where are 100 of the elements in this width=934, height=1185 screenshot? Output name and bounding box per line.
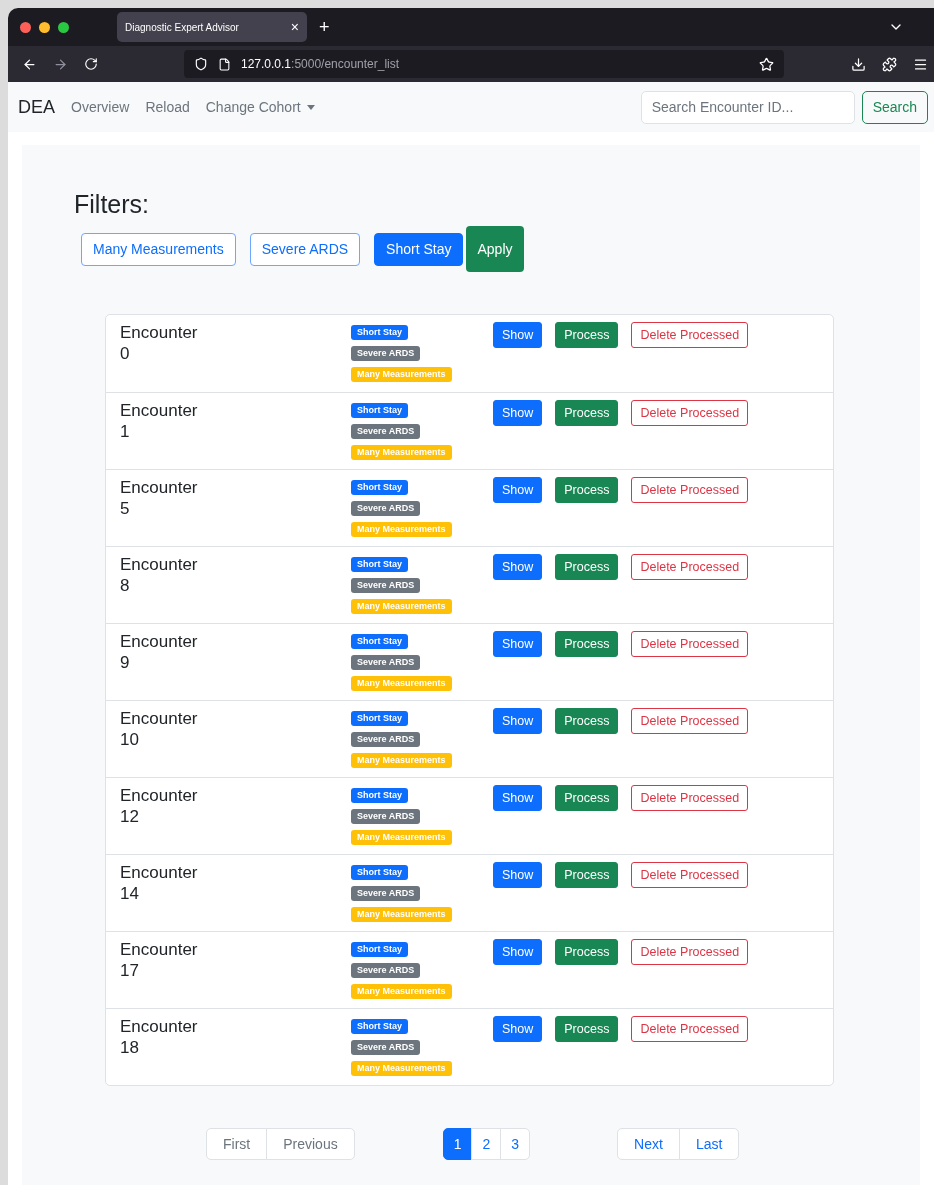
- apply-button[interactable]: Apply: [466, 226, 524, 272]
- encounter-label: Encounter: [120, 554, 199, 575]
- tag-badge: Many Measurements: [351, 830, 452, 845]
- page-icon: [218, 57, 231, 71]
- brand-link[interactable]: DEA: [18, 93, 55, 121]
- tag-badge: Severe ARDS: [351, 1040, 421, 1055]
- tag-badge: Many Measurements: [351, 599, 452, 614]
- filter-toggle[interactable]: Many Measurements: [81, 232, 236, 266]
- browser-tab[interactable]: Diagnostic Expert Advisor ×: [117, 12, 307, 42]
- tag-badge: Many Measurements: [351, 522, 452, 537]
- show-button[interactable]: Show: [493, 1016, 543, 1042]
- process-button[interactable]: Process: [555, 400, 619, 426]
- menu-icon[interactable]: [913, 56, 928, 72]
- encounter-label: Encounter: [120, 862, 199, 883]
- encounter-id: 8: [120, 575, 131, 596]
- encounter-label: Encounter: [120, 631, 199, 652]
- page-button[interactable]: 3: [500, 1128, 531, 1160]
- maximize-window-icon[interactable]: [58, 21, 69, 33]
- tag-badge: Severe ARDS: [351, 963, 421, 978]
- process-button[interactable]: Process: [555, 322, 619, 348]
- show-button[interactable]: Show: [493, 708, 543, 734]
- tag-badge: Severe ARDS: [351, 886, 421, 901]
- encounter-label: Encounter: [120, 477, 199, 498]
- close-window-icon[interactable]: [20, 21, 31, 33]
- new-tab-button[interactable]: +: [319, 13, 330, 41]
- tab-close-button[interactable]: ×: [290, 16, 299, 38]
- show-button[interactable]: Show: [493, 554, 543, 580]
- delete-button[interactable]: Delete Processed: [631, 862, 749, 888]
- url-text: 127.0.0.1:5000/encounter_list: [241, 56, 400, 73]
- process-button[interactable]: Process: [555, 862, 619, 888]
- process-button[interactable]: Process: [555, 785, 619, 811]
- forward-icon[interactable]: [53, 56, 68, 72]
- bookmark-star-icon[interactable]: [759, 56, 774, 72]
- show-button[interactable]: Show: [493, 400, 543, 426]
- shield-icon: [194, 57, 208, 71]
- tag-badge: Many Measurements: [351, 367, 452, 382]
- delete-button[interactable]: Delete Processed: [631, 631, 749, 657]
- process-button[interactable]: Process: [555, 1016, 619, 1042]
- delete-button[interactable]: Delete Processed: [631, 322, 749, 348]
- tag-badge: Many Measurements: [351, 445, 452, 460]
- search-button[interactable]: Search: [861, 90, 928, 124]
- delete-button[interactable]: Delete Processed: [631, 554, 749, 580]
- caret-icon: [306, 104, 315, 110]
- dropdown-toggle[interactable]: Change Cohort: [205, 96, 315, 118]
- filter-toggle[interactable]: Severe ARDS: [249, 232, 361, 266]
- tag-badge: Short Stay: [351, 1019, 408, 1034]
- tag-badge: Short Stay: [351, 403, 408, 418]
- page-button[interactable]: 1: [442, 1128, 473, 1160]
- tag-badge: Short Stay: [351, 711, 408, 726]
- tag-badge: Severe ARDS: [351, 655, 421, 670]
- tag-badge: Severe ARDS: [351, 346, 421, 361]
- back-icon[interactable]: [22, 56, 37, 72]
- delete-button[interactable]: Delete Processed: [631, 785, 749, 811]
- encounter-id: 17: [120, 960, 140, 981]
- filters-heading: Filters:: [74, 189, 150, 219]
- encounter-id: 9: [120, 652, 131, 673]
- nav-link[interactable]: Reload: [145, 96, 190, 118]
- process-button[interactable]: Process: [555, 939, 619, 965]
- minimize-window-icon[interactable]: [39, 21, 50, 33]
- tag-badge: Many Measurements: [351, 676, 452, 691]
- pagination-button[interactable]: Last: [678, 1128, 740, 1160]
- process-button[interactable]: Process: [555, 554, 619, 580]
- encounter-id: 1: [120, 421, 131, 442]
- reload-icon[interactable]: [84, 57, 98, 71]
- delete-button[interactable]: Delete Processed: [631, 708, 749, 734]
- show-button[interactable]: Show: [493, 322, 543, 348]
- tag-badge: Short Stay: [351, 865, 408, 880]
- encounter-label: Encounter: [120, 785, 199, 806]
- show-button[interactable]: Show: [493, 939, 543, 965]
- encounter-label: Encounter: [120, 322, 199, 343]
- address-bar[interactable]: 127.0.0.1:5000/encounter_list: [184, 50, 784, 78]
- show-button[interactable]: Show: [493, 631, 543, 657]
- page-button[interactable]: 2: [471, 1128, 502, 1160]
- tag-badge: Severe ARDS: [351, 424, 421, 439]
- process-button[interactable]: Process: [555, 477, 619, 503]
- tag-badge: Severe ARDS: [351, 501, 421, 516]
- extensions-icon[interactable]: [882, 56, 897, 72]
- tag-badge: Many Measurements: [351, 753, 452, 768]
- encounter-id: 12: [120, 806, 140, 827]
- delete-button[interactable]: Delete Processed: [631, 939, 749, 965]
- delete-button[interactable]: Delete Processed: [631, 400, 749, 426]
- filter-toggle[interactable]: Short Stay: [374, 232, 464, 266]
- show-button[interactable]: Show: [493, 785, 543, 811]
- download-icon[interactable]: [851, 56, 866, 72]
- tag-badge: Many Measurements: [351, 984, 452, 999]
- show-button[interactable]: Show: [493, 862, 543, 888]
- delete-button[interactable]: Delete Processed: [631, 1016, 749, 1042]
- process-button[interactable]: Process: [555, 708, 619, 734]
- tab-title: Diagnostic Expert Advisor: [125, 20, 239, 35]
- tag-badge: Short Stay: [351, 325, 408, 340]
- nav-link[interactable]: Overview: [71, 96, 130, 118]
- show-button[interactable]: Show: [493, 477, 543, 503]
- process-button[interactable]: Process: [555, 631, 619, 657]
- search-field[interactable]: Search Encounter ID...: [640, 90, 855, 124]
- pagination-button[interactable]: Next: [617, 1128, 680, 1160]
- tag-badge: Short Stay: [351, 557, 408, 572]
- delete-button[interactable]: Delete Processed: [631, 477, 749, 503]
- encounter-id: 10: [120, 729, 140, 750]
- tag-badge: Short Stay: [351, 480, 408, 495]
- encounter-id: 0: [120, 343, 131, 364]
